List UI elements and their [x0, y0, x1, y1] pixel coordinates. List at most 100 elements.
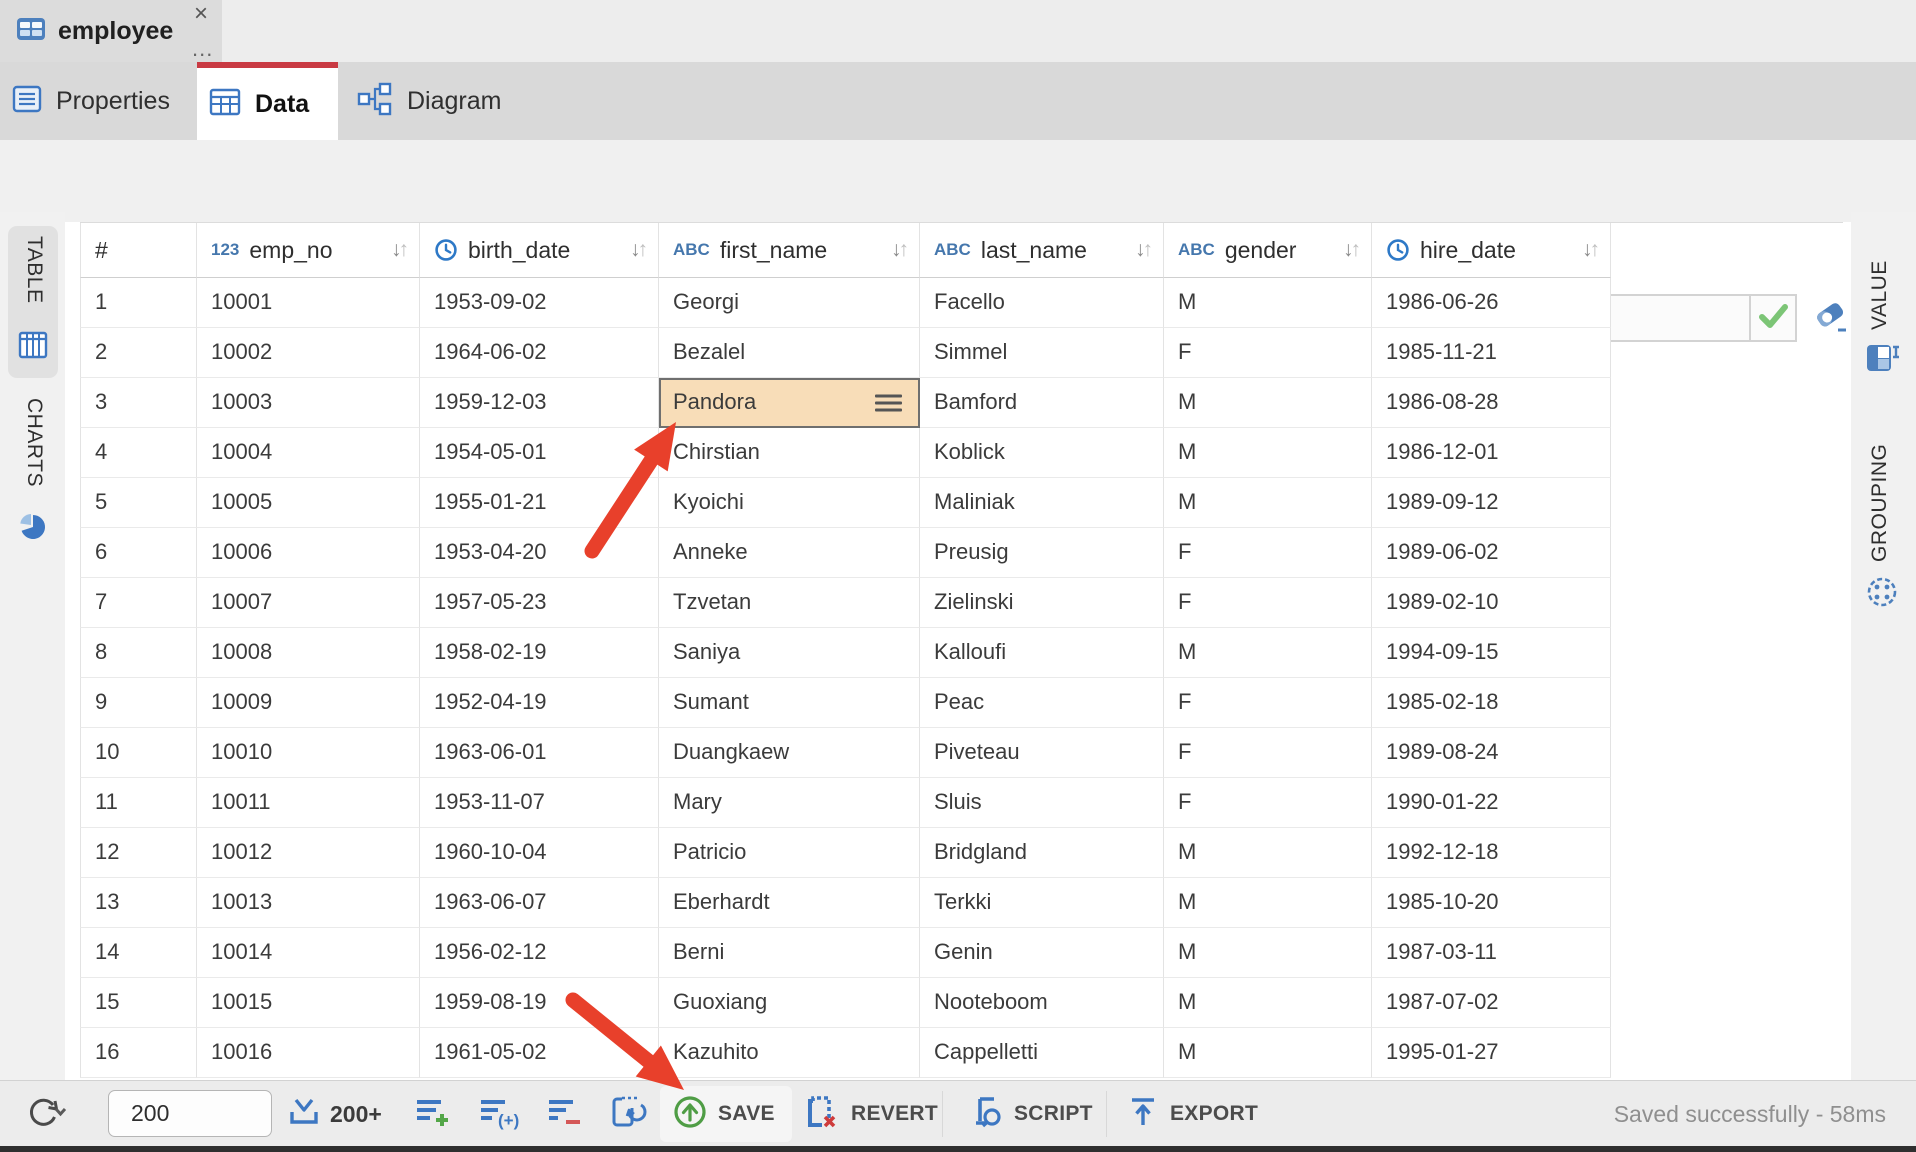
revert-button[interactable]: REVERT: [803, 1081, 938, 1147]
column-header-emp_no[interactable]: 123emp_no↓↑: [197, 223, 420, 278]
row-number-cell[interactable]: 4: [80, 428, 197, 478]
row-number-cell[interactable]: 7: [80, 578, 197, 628]
row-number-cell[interactable]: 5: [80, 478, 197, 528]
data-cell-gender[interactable]: F: [1164, 778, 1372, 828]
data-cell-emp_no[interactable]: 10008: [197, 628, 420, 678]
data-cell-gender[interactable]: M: [1164, 278, 1372, 328]
data-cell-emp_no[interactable]: 10005: [197, 478, 420, 528]
data-cell-emp_no[interactable]: 10013: [197, 878, 420, 928]
data-cell-hire_date[interactable]: 1989-09-12: [1372, 478, 1611, 528]
sort-icon[interactable]: ↓↑: [630, 238, 648, 262]
data-cell-last_name[interactable]: Peac: [920, 678, 1164, 728]
data-cell-gender[interactable]: F: [1164, 578, 1372, 628]
data-cell-hire_date[interactable]: 1986-08-28: [1372, 378, 1611, 428]
data-cell-birth_date[interactable]: 1957-05-23: [420, 578, 659, 628]
data-cell-first_name[interactable]: Guoxiang: [659, 978, 920, 1028]
tab-properties[interactable]: Properties: [0, 62, 197, 140]
tab-data[interactable]: Data: [197, 62, 338, 140]
data-cell-first_name[interactable]: Eberhardt: [659, 878, 920, 928]
data-cell-birth_date[interactable]: 1959-12-03: [420, 378, 659, 428]
script-button[interactable]: SCRIPT: [966, 1081, 1093, 1147]
data-cell-gender[interactable]: F: [1164, 728, 1372, 778]
row-number-cell[interactable]: 11: [80, 778, 197, 828]
panel-tab-grouping[interactable]: GROUPING: [1868, 444, 1892, 562]
data-cell-birth_date[interactable]: 1960-10-04: [420, 828, 659, 878]
data-cell-last_name[interactable]: Sluis: [920, 778, 1164, 828]
editor-tab-employee[interactable]: employee: [0, 0, 222, 62]
data-cell-emp_no[interactable]: 10003: [197, 378, 420, 428]
row-limit-input[interactable]: [108, 1090, 272, 1137]
column-header-hire_date[interactable]: hire_date↓↑: [1372, 223, 1611, 278]
data-cell-gender[interactable]: M: [1164, 978, 1372, 1028]
data-cell-last_name[interactable]: Genin: [920, 928, 1164, 978]
data-cell-last_name[interactable]: Zielinski: [920, 578, 1164, 628]
data-cell-gender[interactable]: F: [1164, 678, 1372, 728]
row-number-cell[interactable]: 2: [80, 328, 197, 378]
data-cell-hire_date[interactable]: 1989-02-10: [1372, 578, 1611, 628]
fetch-more-button[interactable]: 200+: [286, 1081, 382, 1147]
data-cell-emp_no[interactable]: 10014: [197, 928, 420, 978]
sort-icon[interactable]: ↓↑: [1582, 238, 1600, 262]
data-cell-last_name[interactable]: Facello: [920, 278, 1164, 328]
data-cell-gender[interactable]: M: [1164, 628, 1372, 678]
column-header-last_name[interactable]: ABClast_name↓↑: [920, 223, 1164, 278]
grouping-icon[interactable]: [1866, 576, 1898, 613]
data-cell-last_name[interactable]: Bridgland: [920, 828, 1164, 878]
data-cell-hire_date[interactable]: 1987-03-11: [1372, 928, 1611, 978]
data-cell-last_name[interactable]: Nooteboom: [920, 978, 1164, 1028]
data-cell-birth_date[interactable]: 1961-05-02: [420, 1028, 659, 1078]
data-cell-gender[interactable]: M: [1164, 428, 1372, 478]
row-number-cell[interactable]: 13: [80, 878, 197, 928]
sort-icon[interactable]: ↓↑: [1343, 238, 1361, 262]
tab-diagram[interactable]: Diagram: [345, 62, 560, 140]
presentation-tab-table[interactable]: TABLE: [22, 236, 46, 303]
data-cell-birth_date[interactable]: 1958-02-19: [420, 628, 659, 678]
data-cell-emp_no[interactable]: 10004: [197, 428, 420, 478]
data-cell-gender[interactable]: F: [1164, 328, 1372, 378]
save-button[interactable]: SAVE: [672, 1081, 775, 1147]
data-cell-emp_no[interactable]: 10016: [197, 1028, 420, 1078]
row-number-cell[interactable]: 9: [80, 678, 197, 728]
add-row-button[interactable]: [414, 1081, 452, 1147]
row-number-cell[interactable]: 16: [80, 1028, 197, 1078]
data-cell-first_name[interactable]: Georgi: [659, 278, 920, 328]
data-cell-last_name[interactable]: Maliniak: [920, 478, 1164, 528]
data-cell-hire_date[interactable]: 1990-01-22: [1372, 778, 1611, 828]
data-cell-hire_date[interactable]: 1986-06-26: [1372, 278, 1611, 328]
column-header-gender[interactable]: ABCgender↓↑: [1164, 223, 1372, 278]
data-cell-emp_no[interactable]: 10006: [197, 528, 420, 578]
data-cell-hire_date[interactable]: 1985-10-20: [1372, 878, 1611, 928]
presentation-tab-charts[interactable]: CHARTS: [22, 398, 46, 487]
data-cell-first_name[interactable]: Kazuhito: [659, 1028, 920, 1078]
data-cell-hire_date[interactable]: 1992-12-18: [1372, 828, 1611, 878]
data-cell-hire_date[interactable]: 1985-11-21: [1372, 328, 1611, 378]
data-cell-first_name[interactable]: Anneke: [659, 528, 920, 578]
refresh-grid-button[interactable]: [608, 1081, 648, 1147]
column-header-first_name[interactable]: ABCfirst_name↓↑: [659, 223, 920, 278]
data-cell-gender[interactable]: M: [1164, 928, 1372, 978]
column-header-birth_date[interactable]: birth_date↓↑: [420, 223, 659, 278]
data-cell-last_name[interactable]: Simmel: [920, 328, 1164, 378]
delete-row-button[interactable]: [546, 1081, 584, 1147]
row-number-cell[interactable]: 15: [80, 978, 197, 1028]
row-number-cell[interactable]: 6: [80, 528, 197, 578]
data-cell-birth_date[interactable]: 1954-05-01: [420, 428, 659, 478]
data-cell-emp_no[interactable]: 10011: [197, 778, 420, 828]
data-cell-first_name[interactable]: Mary: [659, 778, 920, 828]
data-cell-birth_date[interactable]: 1964-06-02: [420, 328, 659, 378]
close-icon[interactable]: ×: [194, 2, 208, 26]
data-cell-emp_no[interactable]: 10010: [197, 728, 420, 778]
sort-icon[interactable]: ↓↑: [891, 238, 909, 262]
data-cell-emp_no[interactable]: 10009: [197, 678, 420, 728]
data-cell-emp_no[interactable]: 10007: [197, 578, 420, 628]
data-cell-first_name[interactable]: Tzvetan: [659, 578, 920, 628]
value-panel-icon[interactable]: [1866, 342, 1900, 379]
data-cell-birth_date[interactable]: 1963-06-07: [420, 878, 659, 928]
tab-overflow-icon[interactable]: ...: [192, 36, 213, 62]
refresh-button[interactable]: [22, 1081, 66, 1147]
data-cell-emp_no[interactable]: 10015: [197, 978, 420, 1028]
data-cell-hire_date[interactable]: 1986-12-01: [1372, 428, 1611, 478]
row-number-cell[interactable]: 10: [80, 728, 197, 778]
data-cell-last_name[interactable]: Piveteau: [920, 728, 1164, 778]
data-cell-hire_date[interactable]: 1989-08-24: [1372, 728, 1611, 778]
